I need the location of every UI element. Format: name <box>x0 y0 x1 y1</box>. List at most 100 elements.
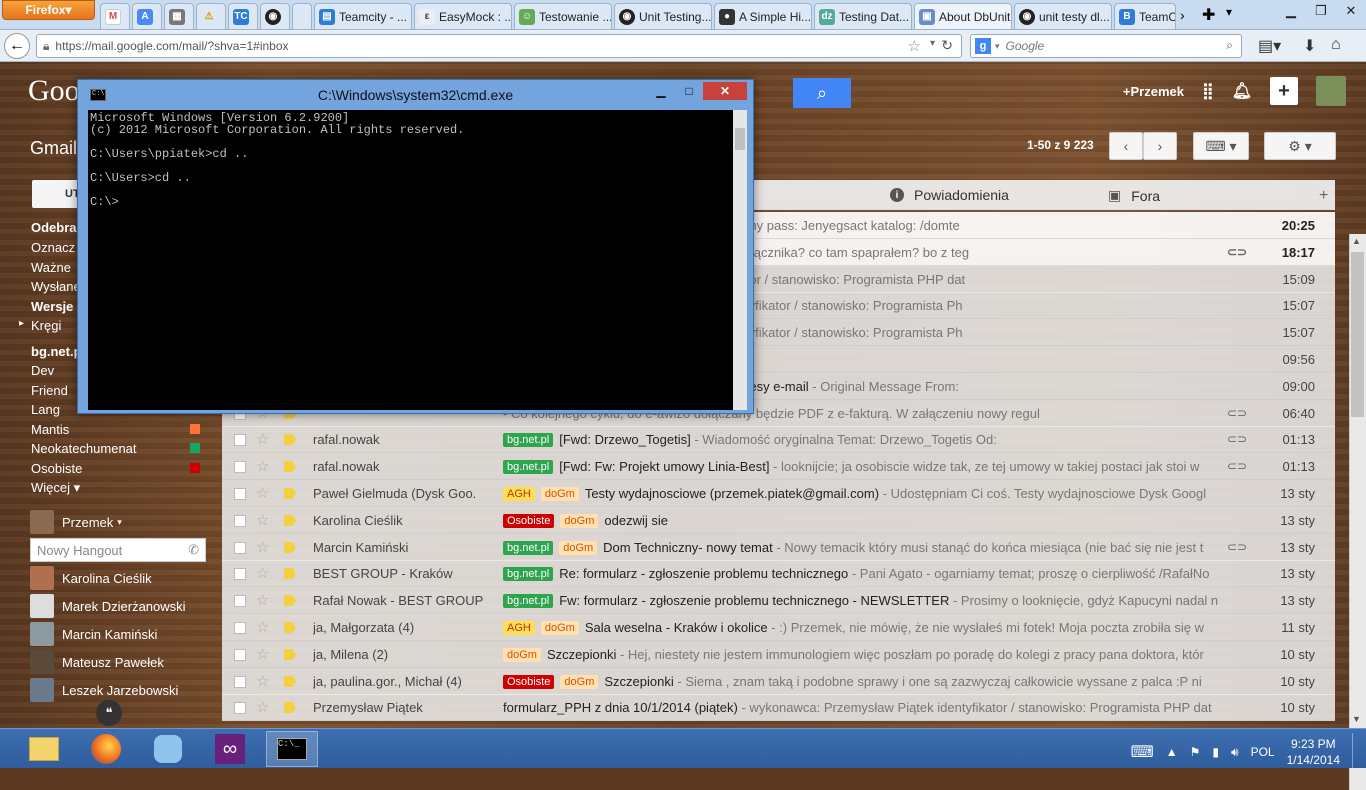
prev-page-button[interactable]: ‹ <box>1109 132 1143 160</box>
label-tag[interactable]: bg.net.pl <box>503 593 554 608</box>
cmd-taskbar-icon[interactable]: C:\_ <box>266 731 318 767</box>
back-button[interactable]: ← <box>4 33 30 59</box>
nav-label-dev[interactable]: Dev <box>31 363 54 378</box>
importance-marker-icon[interactable] <box>284 568 296 579</box>
importance-marker-icon[interactable] <box>284 542 296 553</box>
action-center-flag-icon[interactable]: ⚑ <box>1190 745 1201 759</box>
minimize-icon[interactable]: ▁ <box>1276 0 1306 22</box>
messenger-icon[interactable] <box>142 731 194 767</box>
tab-testowanie[interactable]: ☺ Testowanie ... <box>514 3 612 29</box>
star-icon[interactable]: ☆ <box>256 698 269 716</box>
notifications-bell-icon[interactable]: 🔔︎ <box>1232 81 1252 101</box>
add-category-icon[interactable]: + <box>1319 187 1328 205</box>
label-tag[interactable]: Osobiste <box>503 513 555 528</box>
scroll-up-icon[interactable]: ▲ <box>1352 236 1361 246</box>
label-tag[interactable]: doGm <box>560 674 599 689</box>
tab-gmail[interactable]: M <box>100 3 130 29</box>
cmd-scrollbar[interactable] <box>733 110 747 410</box>
importance-marker-icon[interactable] <box>284 676 296 687</box>
row-checkbox[interactable] <box>234 461 246 473</box>
nav-starred[interactable]: Oznacz <box>31 240 75 255</box>
minimize-icon[interactable]: ▁ <box>647 82 675 100</box>
close-icon[interactable]: ✕ <box>1336 0 1366 22</box>
tab-about-dbunit[interactable]: ▣ About DbUnit <box>914 3 1012 29</box>
search-engine-dropdown-icon[interactable]: ▾ <box>995 41 1000 52</box>
row-checkbox[interactable] <box>234 434 246 446</box>
row-checkbox[interactable] <box>234 542 246 554</box>
star-icon[interactable]: ☆ <box>256 645 269 663</box>
nav-more[interactable]: Więcej ▾ <box>31 480 80 496</box>
nav-label-bgnet[interactable]: bg.net.p <box>31 344 82 359</box>
importance-marker-icon[interactable] <box>284 488 296 499</box>
expand-circles-icon[interactable]: ▸ <box>19 318 24 329</box>
star-icon[interactable]: ☆ <box>256 484 269 502</box>
show-desktop-button[interactable] <box>1352 733 1358 771</box>
tab-warning[interactable]: ⚠ <box>196 3 226 29</box>
tab-forums[interactable]: ▣ Fora <box>1108 187 1160 204</box>
row-checkbox[interactable] <box>234 515 246 527</box>
nav-label-mantis[interactable]: Mantis <box>31 422 69 437</box>
row-checkbox[interactable] <box>234 702 246 714</box>
tab-scroll-right-icon[interactable]: › <box>1180 7 1185 23</box>
email-row[interactable]: ☆ Marcin Kamiński bg.net.pl doGm Dom Technic… <box>222 534 1335 561</box>
maximize-icon[interactable]: □ <box>675 82 703 100</box>
google-logo[interactable]: Goo <box>28 74 80 108</box>
email-row[interactable]: ☆ Przemysław Piątek formularz_PPH z dnia 1… <box>222 694 1335 721</box>
downloads-icon[interactable]: ⬇ <box>1303 36 1316 56</box>
cmd-scrollbar-thumb[interactable] <box>735 128 745 150</box>
hangout-contact[interactable]: Karolina Cieślik <box>30 566 152 590</box>
status-dropdown-icon[interactable]: ▾ <box>117 517 122 528</box>
nav-label-osobiste[interactable]: Osobiste <box>31 461 82 476</box>
star-icon[interactable]: ☆ <box>256 457 269 475</box>
nav-label-friend[interactable]: Friend <box>31 383 68 398</box>
hangout-contact[interactable]: Marek Dzierżanowski <box>30 594 186 618</box>
star-icon[interactable]: ☆ <box>256 430 269 448</box>
label-tag[interactable]: bg.net.pl <box>503 432 554 447</box>
account-avatar[interactable] <box>1316 76 1346 106</box>
restore-icon[interactable]: ❐ <box>1306 0 1336 22</box>
label-tag[interactable]: doGm <box>560 513 599 528</box>
tab-github-pinned[interactable]: ◉ <box>260 3 290 29</box>
nav-inbox[interactable]: Odebra <box>31 220 77 235</box>
network-icon[interactable]: ▮ <box>1212 745 1219 759</box>
dropdown-arrow-icon[interactable]: ▾ <box>930 38 935 49</box>
tab-translate[interactable]: A <box>132 3 162 29</box>
importance-marker-icon[interactable] <box>284 649 296 660</box>
tab-teamcity[interactable]: ▤ Teamcity - ... <box>314 3 412 29</box>
label-tag[interactable]: bg.net.pl <box>503 459 554 474</box>
settings-button[interactable]: ⚙ ▾ <box>1264 132 1336 160</box>
hangout-contact[interactable]: Mateusz Pawełek <box>30 650 164 674</box>
tab-testing-dat[interactable]: dz Testing Dat... <box>814 3 912 29</box>
nav-sent[interactable]: Wysłane <box>31 279 81 294</box>
nav-important[interactable]: Ważne <box>31 260 71 275</box>
close-icon[interactable]: ✕ <box>703 82 747 100</box>
label-tag[interactable]: Osobiste <box>503 674 555 689</box>
row-checkbox[interactable] <box>234 676 246 688</box>
search-icon[interactable]: ⌕ <box>1226 38 1233 53</box>
importance-marker-icon[interactable] <box>284 515 296 526</box>
email-row[interactable]: ☆ Paweł Gielmuda (Dysk Goo. AGH doGm Testy w… <box>222 480 1335 507</box>
nav-drafts[interactable]: Wersje <box>31 299 73 314</box>
importance-marker-icon[interactable] <box>284 702 296 713</box>
gmail-search-button[interactable]: ⌕ <box>793 78 851 108</box>
apps-grid-icon[interactable]: ⣿ <box>1202 81 1214 101</box>
hangouts-chat-icon[interactable]: ❝ <box>96 700 122 726</box>
search-bar[interactable]: g ▾ Google ⌕ <box>970 34 1242 58</box>
hangout-contact[interactable]: Leszek Jarzebowski <box>30 678 178 702</box>
label-tag[interactable]: AGH <box>503 486 535 501</box>
url-bar[interactable]: 🔒︎ https://mail.google.com/mail/?shva=1#… <box>36 34 962 58</box>
star-icon[interactable]: ☆ <box>256 618 269 636</box>
email-row[interactable]: ☆ ja, Małgorzata (4) AGH doGm Sala weselna -… <box>222 614 1335 641</box>
email-row[interactable]: ☆ ja, paulina.gor., Michał (4) Osobiste doG… <box>222 668 1335 695</box>
importance-marker-icon[interactable] <box>284 434 296 445</box>
gmail-app-label[interactable]: Gmail <box>30 138 77 159</box>
new-hangout-input[interactable]: Nowy Hangout ✆ <box>30 538 206 562</box>
google-plus-user-link[interactable]: +Przemek <box>1123 84 1184 99</box>
row-checkbox[interactable] <box>234 568 246 580</box>
nav-circles[interactable]: Kręgi <box>31 318 61 333</box>
tab-notifications[interactable]: i Powiadomienia <box>890 187 1009 203</box>
importance-marker-icon[interactable] <box>284 622 296 633</box>
importance-marker-icon[interactable] <box>284 461 296 472</box>
label-tag[interactable]: bg.net.pl <box>503 540 554 555</box>
tab-list-icon[interactable]: ▾ <box>1226 5 1232 19</box>
